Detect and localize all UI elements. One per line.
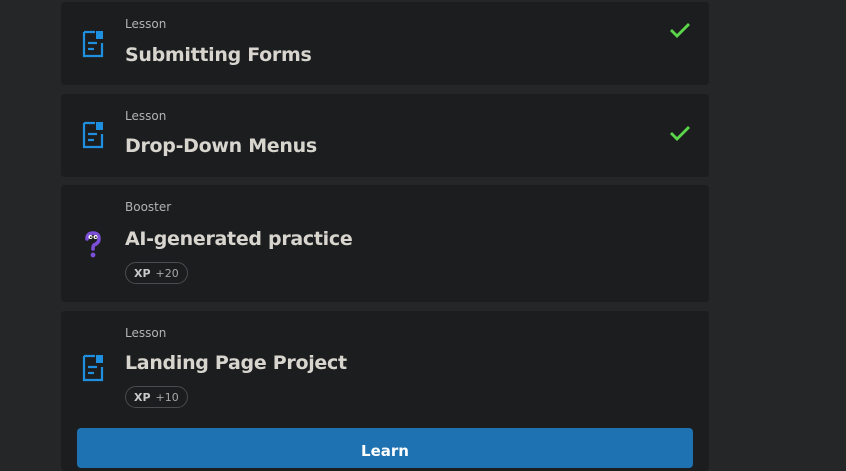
xp-label: XP bbox=[134, 266, 151, 280]
item-title: Drop-Down Menus bbox=[125, 135, 317, 157]
learn-button[interactable]: Learn bbox=[77, 428, 693, 468]
question-mark-icon bbox=[85, 231, 101, 258]
xp-label: XP bbox=[134, 390, 151, 404]
booster-card[interactable]: Booster AI-generated practice XP +20 bbox=[61, 185, 709, 302]
check-icon bbox=[670, 126, 690, 141]
xp-badge: XP +10 bbox=[125, 386, 188, 408]
xp-value: +20 bbox=[155, 266, 179, 280]
xp-value: +10 bbox=[155, 390, 179, 404]
check-icon bbox=[670, 23, 690, 38]
lesson-card[interactable]: Lesson Submitting Forms bbox=[61, 2, 709, 85]
item-title: AI-generated practice bbox=[125, 228, 353, 250]
item-kind: Lesson bbox=[125, 109, 167, 123]
item-title: Landing Page Project bbox=[125, 352, 347, 374]
item-title: Submitting Forms bbox=[125, 44, 312, 66]
xp-badge: XP +20 bbox=[125, 262, 188, 284]
item-kind: Lesson bbox=[125, 17, 167, 31]
lesson-icon bbox=[82, 30, 104, 58]
item-kind: Lesson bbox=[125, 326, 167, 340]
lesson-card[interactable]: Lesson Drop-Down Menus bbox=[61, 94, 709, 177]
lesson-icon bbox=[82, 121, 104, 149]
lesson-icon bbox=[82, 354, 104, 382]
item-kind: Booster bbox=[125, 200, 172, 214]
